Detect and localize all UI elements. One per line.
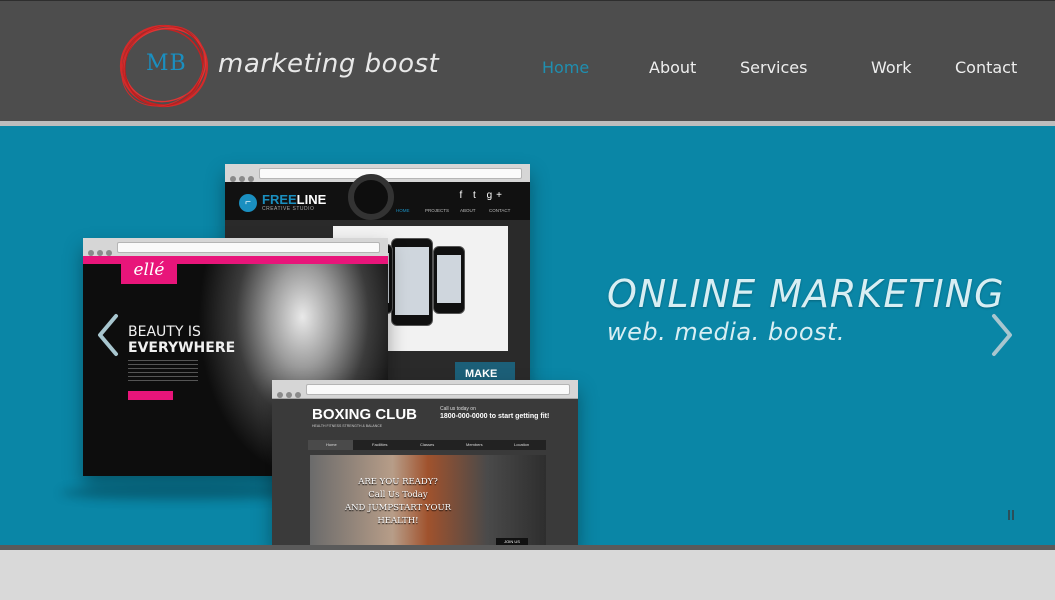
freeline-badge-icon: ⌐ <box>239 194 257 212</box>
nav-home[interactable]: Home <box>542 58 589 77</box>
phone-image <box>391 238 433 326</box>
next-slide-arrow-icon[interactable] <box>984 310 1020 360</box>
freeline-brand: FREELINE <box>262 192 327 207</box>
browser-chrome <box>83 238 388 257</box>
boxing-nav: Home Facilities Classes Members Location <box>308 440 546 450</box>
boxing-callout-2: Call Us Today <box>368 490 428 500</box>
freeline-brand-sub: CREATIVE STUDIO <box>262 206 315 212</box>
boxing-nav-members: Members <box>466 442 483 447</box>
elle-paragraph <box>128 360 198 384</box>
boxing-tagline: HEALTH FITNESS STRENGTH & BALANCE <box>312 424 383 428</box>
boxing-title: BOXING CLUB <box>312 406 417 423</box>
prev-slide-arrow-icon[interactable] <box>90 310 126 360</box>
nav-contact[interactable]: Contact <box>955 58 1017 77</box>
social-icons: f t g+ <box>459 190 506 201</box>
boxing-nav-home: Home <box>326 442 337 447</box>
elle-button <box>128 391 173 400</box>
make-label: MAKE <box>465 368 498 380</box>
freeline-nav-contact: CONTACT <box>489 208 511 213</box>
elle-logo: ellé <box>121 258 177 284</box>
boxing-nav-classes: Classes <box>420 442 435 447</box>
hero-bottom-divider <box>0 545 1055 550</box>
elle-headline-1: BEAUTY IS <box>128 324 201 340</box>
logo-wordmark[interactable]: marketing boost <box>218 49 439 79</box>
elle-headline-2: EVERYWHERE <box>128 340 236 356</box>
browser-chrome <box>272 380 578 399</box>
pause-icon[interactable] <box>1006 508 1016 522</box>
hero-title: ONLINE MARKETING <box>607 272 1005 316</box>
mockup-shadow <box>60 486 300 500</box>
boxing-callout-1: ARE YOU READY? <box>358 477 438 487</box>
boxing-nav-facilities: Facilities <box>372 442 388 447</box>
mockup-boxing-club: BOXING CLUB HEALTH FITNESS STRENGTH & BA… <box>272 380 578 546</box>
nav-about[interactable]: About <box>649 58 696 77</box>
freeline-nav-about: ABOUT <box>460 208 476 213</box>
boxing-call-text: 1800-000-0000 to start getting fit! <box>440 413 550 420</box>
boxing-callout: ARE YOU READY? Call Us Today AND JUMPSTA… <box>330 476 466 528</box>
site-header: MB marketing boost Home About Services W… <box>0 0 1055 122</box>
hero-slider: ⌐ FREELINE CREATIVE STUDIO f t g+ HOME P… <box>0 126 1055 546</box>
boxing-callout-3: AND JUMPSTART YOUR HEALTH! <box>344 503 452 526</box>
elle-headline: BEAUTY IS EVERYWHERE <box>128 324 235 356</box>
freeline-nav-projects: PROJECTS <box>425 208 450 213</box>
boxing-nav-location: Location <box>514 442 530 447</box>
phone-image <box>433 246 465 314</box>
disc-graphic <box>348 174 394 220</box>
hero-subtitle: web. media. boost. <box>607 318 846 346</box>
freeline-nav-home: HOME <box>396 208 410 213</box>
nav-work[interactable]: Work <box>871 58 912 77</box>
boxing-call-label: Call us today on <box>440 406 476 412</box>
nav-services[interactable]: Services <box>740 58 807 77</box>
logo-initials[interactable]: MB <box>146 51 187 76</box>
